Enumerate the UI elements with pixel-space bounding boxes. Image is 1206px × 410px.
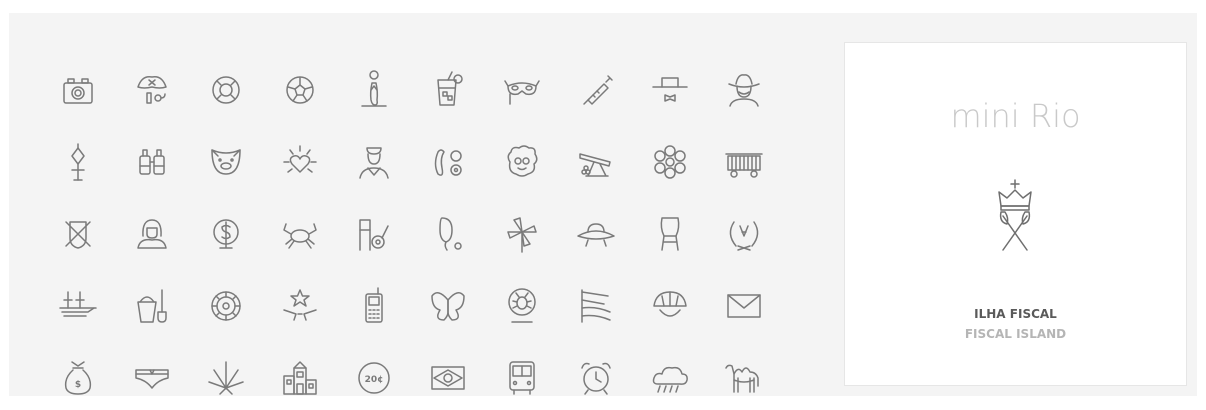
ship-icon[interactable]: [46, 274, 110, 338]
camera-icon[interactable]: [46, 58, 110, 122]
ufo-icon[interactable]: [564, 202, 628, 266]
curly-hair-face-icon[interactable]: [490, 130, 554, 194]
alarm-clock-icon[interactable]: [564, 346, 628, 410]
tram-icon[interactable]: [712, 130, 776, 194]
street-lamp-icon[interactable]: [46, 130, 110, 194]
mobile-phone-icon[interactable]: [342, 274, 406, 338]
cannabis-leaf-icon[interactable]: [194, 346, 258, 410]
flip-flop-icon[interactable]: [342, 58, 406, 122]
crown-oars-icon: [998, 179, 1032, 251]
carnival-mask-icon[interactable]: [490, 58, 554, 122]
icon-showcase-panel: $ 20¢ mini Rio ILHA FISCAL FISCAL ISLAND: [9, 13, 1197, 396]
coin-20-icon[interactable]: 20¢: [342, 346, 406, 410]
wreath-emblem-icon[interactable]: [712, 202, 776, 266]
money-bag-icon[interactable]: $: [46, 346, 110, 410]
roulette-icon[interactable]: [194, 274, 258, 338]
sailor-man-icon[interactable]: [342, 130, 406, 194]
detail-title: mini Rio: [950, 97, 1081, 135]
pig-icon[interactable]: [194, 130, 258, 194]
money-bag-symbol: $: [75, 380, 81, 390]
cocktail-glass-icon[interactable]: [416, 58, 480, 122]
life-buoy-icon[interactable]: [194, 58, 258, 122]
cloud-icon[interactable]: [638, 346, 702, 410]
earring-icon[interactable]: [416, 130, 480, 194]
pinwheel-icon[interactable]: [490, 202, 554, 266]
striped-flag-icon[interactable]: [564, 274, 628, 338]
binoculars-icon[interactable]: [120, 130, 184, 194]
favela-houses-icon[interactable]: [268, 346, 332, 410]
cowboy-man-icon[interactable]: [712, 58, 776, 122]
crossed-shield-icon[interactable]: [46, 202, 110, 266]
bicycle-helmet-icon[interactable]: [638, 274, 702, 338]
hijab-woman-icon[interactable]: [120, 202, 184, 266]
pirate-hat-icon[interactable]: [120, 58, 184, 122]
detail-name: ILHA FISCAL: [974, 307, 1057, 321]
flower-icon[interactable]: [638, 130, 702, 194]
money-tree-icon[interactable]: [194, 202, 258, 266]
balloon-icon[interactable]: [416, 202, 480, 266]
swim-briefs-icon[interactable]: [120, 346, 184, 410]
icon-grid: $ 20¢: [9, 13, 829, 396]
star-guns-icon[interactable]: [268, 274, 332, 338]
envelope-icon[interactable]: [712, 274, 776, 338]
syringe-icon[interactable]: [564, 58, 628, 122]
bus-icon[interactable]: [490, 346, 554, 410]
camel-icon[interactable]: [712, 346, 776, 410]
sacred-heart-icon[interactable]: [268, 130, 332, 194]
coin-20-label: 20¢: [365, 375, 384, 385]
bucket-spade-icon[interactable]: [120, 274, 184, 338]
cannon-icon[interactable]: [564, 130, 628, 194]
chair-icon[interactable]: [638, 202, 702, 266]
soccer-ball-icon[interactable]: [268, 58, 332, 122]
brazil-flag-icon[interactable]: [416, 346, 480, 410]
butterfly-icon[interactable]: [416, 274, 480, 338]
crab-icon[interactable]: [268, 202, 332, 266]
hat-bowtie-icon[interactable]: [638, 58, 702, 122]
guitar-chair-icon[interactable]: [342, 202, 406, 266]
icon-detail-card: mini Rio ILHA FISCAL FISCAL ISLAND: [844, 42, 1187, 386]
detail-subtitle: FISCAL ISLAND: [964, 327, 1067, 341]
bug-badge-icon[interactable]: [490, 274, 554, 338]
